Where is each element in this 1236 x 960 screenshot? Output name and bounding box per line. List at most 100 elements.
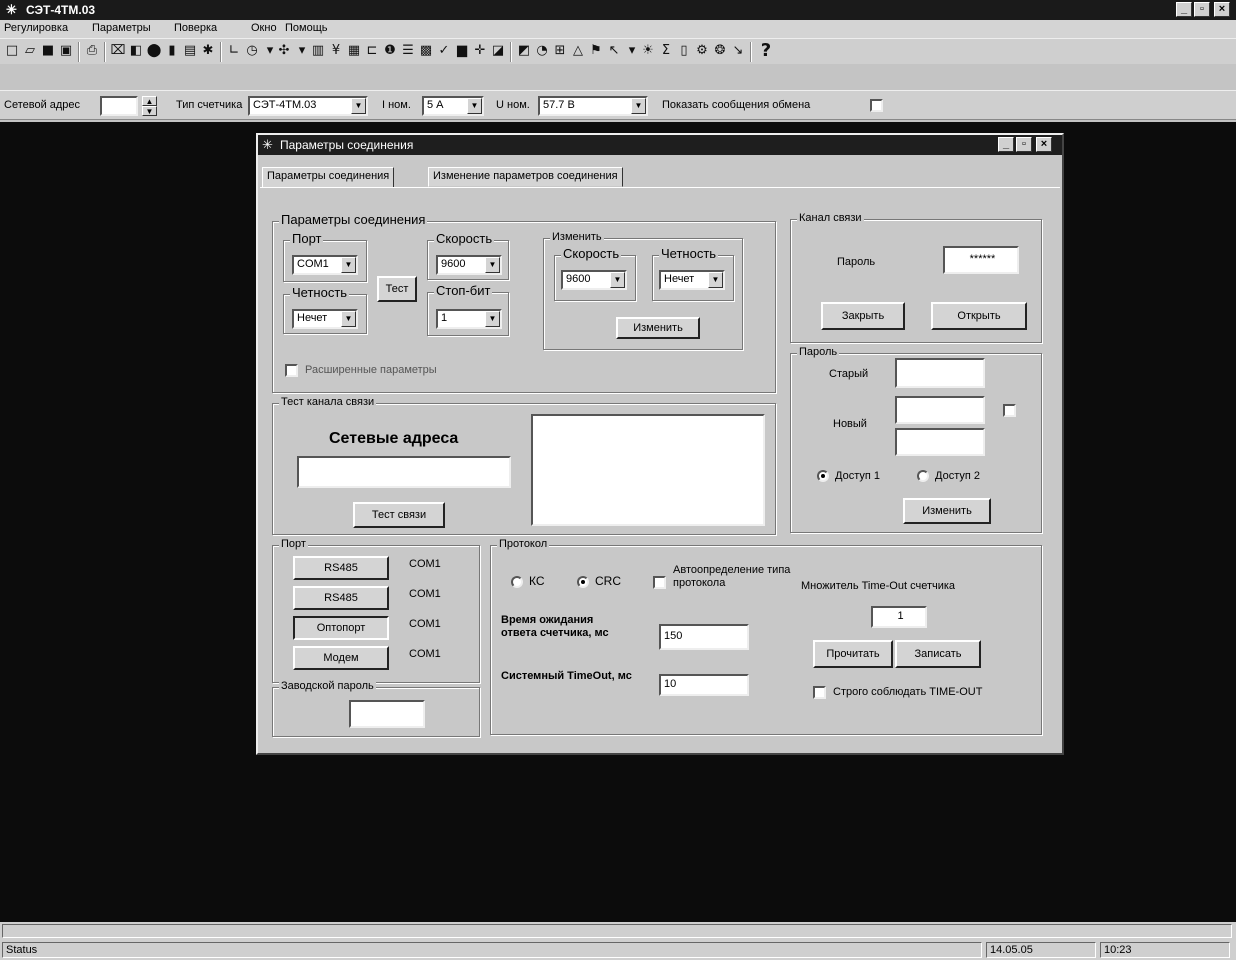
port-select[interactable]: COM1 ▼ [292, 255, 358, 275]
sys-timeout-input[interactable]: 10 [659, 674, 749, 696]
dialog-close-button[interactable]: × [1036, 137, 1052, 152]
speed-select[interactable]: 9600 ▼ [436, 255, 502, 275]
open-folder-icon[interactable]: ▱ [22, 43, 38, 59]
picture-icon[interactable]: ◩ [516, 43, 532, 59]
block-icon[interactable]: ▩ [418, 43, 434, 59]
menu-verification[interactable]: Поверка [174, 22, 217, 34]
dialog-maximize-button[interactable]: ▫ [1016, 137, 1032, 152]
ks-radio[interactable] [511, 576, 523, 588]
calendar-icon[interactable]: ▦ [346, 43, 362, 59]
chevron-down-icon[interactable]: ▼ [708, 272, 723, 288]
multiplier-input[interactable]: 1 [871, 606, 927, 628]
network-icon[interactable]: ✛ [472, 43, 488, 59]
flag-icon[interactable]: ⚑ [588, 43, 604, 59]
spin-down-icon[interactable]: ▼ [142, 106, 157, 116]
chevron-down-icon[interactable]: ▼ [485, 257, 500, 273]
menu-window[interactable]: Окно [251, 22, 277, 34]
rs485-button-2[interactable]: RS485 [293, 586, 389, 610]
access1-radio[interactable] [817, 470, 829, 482]
modem-button[interactable]: Модем [293, 646, 389, 670]
read-button[interactable]: Прочитать [813, 640, 893, 668]
new-password-input[interactable] [895, 396, 985, 424]
book-icon[interactable]: ▯ [676, 43, 692, 59]
settings-icon[interactable]: ⚙ [694, 43, 710, 59]
net-addresses-input[interactable] [297, 456, 511, 488]
show-messages-checkbox[interactable] [870, 99, 883, 112]
window-icon[interactable]: ▤ [182, 43, 198, 59]
bar-chart-icon[interactable]: ▥ [310, 43, 326, 59]
wait-time-input[interactable]: 150 [659, 624, 749, 650]
meter-type-select[interactable]: СЭТ-4ТМ.03 ▼ [248, 96, 368, 116]
list-icon[interactable]: ☰ [400, 43, 416, 59]
monitor-icon[interactable]: ▆ [454, 43, 470, 59]
dropdown-arrow-icon[interactable]: ▾ [294, 43, 310, 59]
star-icon[interactable]: ✱ [200, 43, 216, 59]
net-address-input[interactable] [100, 96, 138, 116]
strict-timeout-checkbox[interactable] [813, 686, 826, 699]
menu-calibration[interactable]: Регулировка [4, 22, 68, 34]
parity-select[interactable]: Нечет ▼ [292, 309, 358, 329]
optoport-button[interactable]: Оптопорт [293, 616, 389, 640]
tab-connection-params[interactable]: Параметры соединения [262, 167, 395, 188]
extended-params-checkbox[interactable] [285, 364, 298, 377]
device-icon[interactable]: ▮ [164, 43, 180, 59]
menu-help[interactable]: Помощь [285, 22, 328, 34]
new-file-icon[interactable]: □ [4, 43, 20, 59]
old-password-input[interactable] [895, 358, 985, 388]
factory-password-input[interactable] [349, 700, 425, 728]
close-button[interactable]: × [1214, 2, 1230, 17]
close-channel-button[interactable]: Закрыть [821, 302, 905, 330]
access2-radio[interactable] [917, 470, 929, 482]
tool-icon[interactable]: ◧ [128, 43, 144, 59]
signal-icon[interactable]: ✣ [276, 43, 292, 59]
write-button[interactable]: Записать [895, 640, 981, 668]
auto-detect-checkbox[interactable] [653, 576, 666, 589]
clock-icon[interactable]: ◷ [244, 43, 260, 59]
triangle-icon[interactable]: △ [570, 43, 586, 59]
context-help-icon[interactable]: ↘ [730, 43, 746, 59]
test-output-box[interactable] [531, 414, 765, 526]
inom-select[interactable]: 5 А ▼ [422, 96, 484, 116]
screen-icon[interactable]: ◪ [490, 43, 506, 59]
chevron-down-icon[interactable]: ▼ [341, 257, 356, 273]
sum-icon[interactable]: Σ [658, 43, 674, 59]
show-password-checkbox[interactable] [1003, 404, 1016, 417]
minimize-button[interactable]: _ [1176, 2, 1192, 17]
help-icon[interactable]: ? [758, 42, 774, 60]
save-icon[interactable]: ■ [40, 43, 56, 59]
rs485-button-1[interactable]: RS485 [293, 556, 389, 580]
meter-icon[interactable]: ⌧ [110, 43, 126, 59]
disk-icon[interactable]: ⬤ [146, 43, 162, 59]
unom-select[interactable]: 57.7 В ▼ [538, 96, 648, 116]
frame-icon[interactable]: ⊏ [364, 43, 380, 59]
change-connection-button[interactable]: Изменить [616, 317, 700, 339]
print-icon[interactable]: ⎙ [84, 43, 100, 59]
test-button[interactable]: Тест [377, 276, 417, 302]
menu-parameters[interactable]: Параметры [92, 22, 151, 34]
open-channel-button[interactable]: Открыть [931, 302, 1027, 330]
save-all-icon[interactable]: ▣ [58, 43, 74, 59]
chevron-down-icon[interactable]: ▼ [485, 311, 500, 327]
confirm-password-input[interactable] [895, 428, 985, 456]
chevron-down-icon[interactable]: ▼ [341, 311, 356, 327]
stopbit-select[interactable]: 1 ▼ [436, 309, 502, 329]
spin-up-icon[interactable]: ▲ [142, 96, 157, 106]
chevron-down-icon[interactable]: ▼ [351, 98, 366, 114]
dialog-minimize-button[interactable]: _ [998, 137, 1014, 152]
database-icon[interactable]: ❂ [712, 43, 728, 59]
maximize-button[interactable]: ▫ [1194, 2, 1210, 17]
chevron-down-icon[interactable]: ▼ [467, 98, 482, 114]
timer-icon[interactable]: ◔ [534, 43, 550, 59]
info-icon[interactable]: ❶ [382, 43, 398, 59]
line-chart-icon[interactable]: ∟ [226, 43, 242, 59]
tab-change-connection-params[interactable]: Изменение параметров соединения [428, 167, 623, 187]
chevron-down-icon[interactable]: ▼ [631, 98, 646, 114]
change-speed-select[interactable]: 9600 ▼ [561, 270, 627, 290]
change-parity-select[interactable]: Нечет ▼ [659, 270, 725, 290]
channel-password-input[interactable]: ****** [943, 246, 1019, 274]
dropdown-arrow-icon[interactable]: ▾ [624, 43, 640, 59]
check-icon[interactable]: ✓ [436, 43, 452, 59]
chip-icon[interactable]: ⊞ [552, 43, 568, 59]
cursor-icon[interactable]: ↖ [606, 43, 622, 59]
change-password-button[interactable]: Изменить [903, 498, 991, 524]
